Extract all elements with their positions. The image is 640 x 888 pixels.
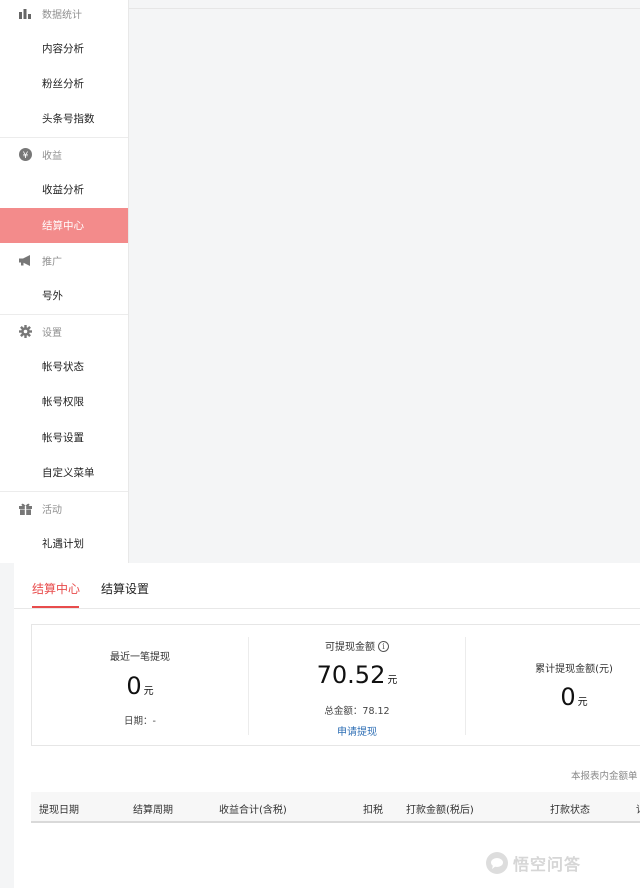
column-header: 打款状态 [550, 805, 590, 816]
date-label: 日期： [124, 716, 153, 727]
sidebar-item-custom-menu[interactable]: 自定义菜单 [0, 455, 128, 490]
gear-icon [18, 325, 32, 339]
svg-text:¥: ¥ [22, 151, 28, 161]
sidebar: 数据统计 内容分析 粉丝分析 头条号指数 ¥ 收益 收益分析 结算中心 推广 号… [0, 0, 129, 563]
sidebar-group-data-stats[interactable]: 数据统计 [0, 0, 128, 31]
sidebar-item-settlement-center[interactable]: 结算中心 [0, 208, 128, 243]
watermark: 悟空问答 [486, 851, 581, 875]
info-icon[interactable]: i [378, 641, 389, 652]
total-value: 78.12 [362, 706, 390, 717]
stat-title: 可提现金额 i [249, 638, 465, 653]
sidebar-group-settings[interactable]: 设置 [0, 314, 128, 349]
stat-value-number: 0 [126, 672, 142, 700]
stat-value: 0元 [32, 672, 248, 700]
megaphone-icon [18, 254, 32, 268]
tab-settlement-center[interactable]: 结算中心 [32, 580, 80, 597]
top-area: 数据统计 内容分析 粉丝分析 头条号指数 ¥ 收益 收益分析 结算中心 推广 号… [0, 0, 640, 563]
column-header: 扣税 [363, 805, 383, 816]
active-tab-underline [32, 606, 79, 608]
top-divider [128, 8, 640, 9]
stat-available-amount: 可提现金额 i 70.52 元 总金额：78.12 申请提现 [249, 625, 465, 747]
watermark-text: 悟空问答 [513, 855, 582, 874]
sidebar-group-promotion[interactable]: 推广 [0, 243, 128, 278]
yen-icon: ¥ [18, 148, 32, 162]
total-label: 总金额： [324, 706, 363, 717]
chat-bubble-icon [486, 852, 508, 874]
sidebar-item-label: 收益分析 [42, 184, 84, 196]
column-header: 收益合计(含税) [219, 805, 287, 816]
stat-total: 总金额：78.12 [249, 703, 465, 717]
stat-date: 日期：- [32, 713, 248, 727]
column-header: 提现日期 [39, 805, 79, 816]
sidebar-item-label: 内容分析 [42, 43, 84, 55]
sidebar-item-account-permissions[interactable]: 帐号权限 [0, 384, 128, 419]
sidebar-group-income[interactable]: ¥ 收益 [0, 137, 128, 172]
column-header: 打款金额(税后) [406, 805, 474, 816]
sidebar-item-account-status[interactable]: 帐号状态 [0, 349, 128, 384]
sidebar-item-label: 结算中心 [42, 220, 84, 232]
stat-title-text: 可提现金额 [325, 642, 375, 653]
stat-value: 70.52 元 [249, 661, 465, 689]
sidebar-group-activities[interactable]: 活动 [0, 491, 128, 526]
sidebar-item-income-analysis[interactable]: 收益分析 [0, 172, 128, 207]
stat-value-number: 0 [560, 683, 576, 711]
bar-chart-icon [18, 7, 32, 21]
stat-title: 最近一笔提现 [110, 652, 170, 663]
column-header: 结算周期 [133, 805, 173, 816]
stat-recent-withdrawal: 最近一笔提现 0元 日期：- [32, 625, 248, 747]
stats-box: 最近一笔提现 0元 日期：- 可提现金额 i 70.52 元 总金额：78.12 申… [31, 624, 640, 746]
stat-unit: 元 [577, 697, 588, 708]
sidebar-item-label: 头条号指数 [42, 113, 95, 125]
tab-settlement-settings[interactable]: 结算设置 [101, 580, 149, 597]
sidebar-group-label: 推广 [42, 257, 62, 268]
sidebar-item-label: 帐号状态 [42, 361, 84, 373]
stat-unit: 元 [387, 675, 398, 686]
sidebar-item-label: 帐号权限 [42, 396, 84, 408]
sidebar-item-label: 自定义菜单 [42, 467, 95, 479]
sidebar-item-label: 号外 [42, 290, 63, 302]
stat-title: 累计提现金额(元) [535, 664, 613, 675]
sidebar-group-label: 数据统计 [42, 10, 82, 21]
sidebar-group-label: 收益 [42, 151, 62, 162]
column-header: 详 [636, 801, 640, 816]
sidebar-item-label: 帐号设置 [42, 432, 84, 444]
sidebar-item-label: 礼遇计划 [42, 538, 84, 550]
gift-icon [18, 502, 32, 516]
withdrawal-table-header: 提现日期 结算周期 收益合计(含税) 扣税 打款金额(税后) 打款状态 详 [31, 792, 640, 823]
stat-value-number: 70.52 [316, 661, 386, 689]
stat-unit: 元 [143, 686, 154, 697]
sidebar-item-toutiao-index[interactable]: 头条号指数 [0, 101, 128, 136]
sidebar-group-label: 活动 [42, 505, 62, 516]
sidebar-item-content-analysis[interactable]: 内容分析 [0, 31, 128, 66]
sidebar-item-fans-analysis[interactable]: 粉丝分析 [0, 66, 128, 101]
stat-value: 0元 [466, 683, 640, 711]
tab-bar: 结算中心 结算设置 [14, 563, 640, 609]
sidebar-item-label: 粉丝分析 [42, 78, 84, 90]
report-note: 本报表内金额单 [571, 771, 638, 782]
settlement-panel: 结算中心 结算设置 最近一笔提现 0元 日期：- 可提现金额 i 70.52 元 总… [14, 563, 640, 888]
date-value: - [152, 716, 156, 727]
stat-cumulative-withdrawal: 累计提现金额(元) 0元 [466, 625, 640, 747]
sidebar-item-gift-plan[interactable]: 礼遇计划 [0, 526, 128, 561]
apply-withdrawal-link[interactable]: 申请提现 [249, 723, 465, 738]
sidebar-item-account-settings[interactable]: 帐号设置 [0, 420, 128, 455]
sidebar-group-label: 设置 [42, 328, 62, 339]
sidebar-item-haowai[interactable]: 号外 [0, 278, 128, 313]
